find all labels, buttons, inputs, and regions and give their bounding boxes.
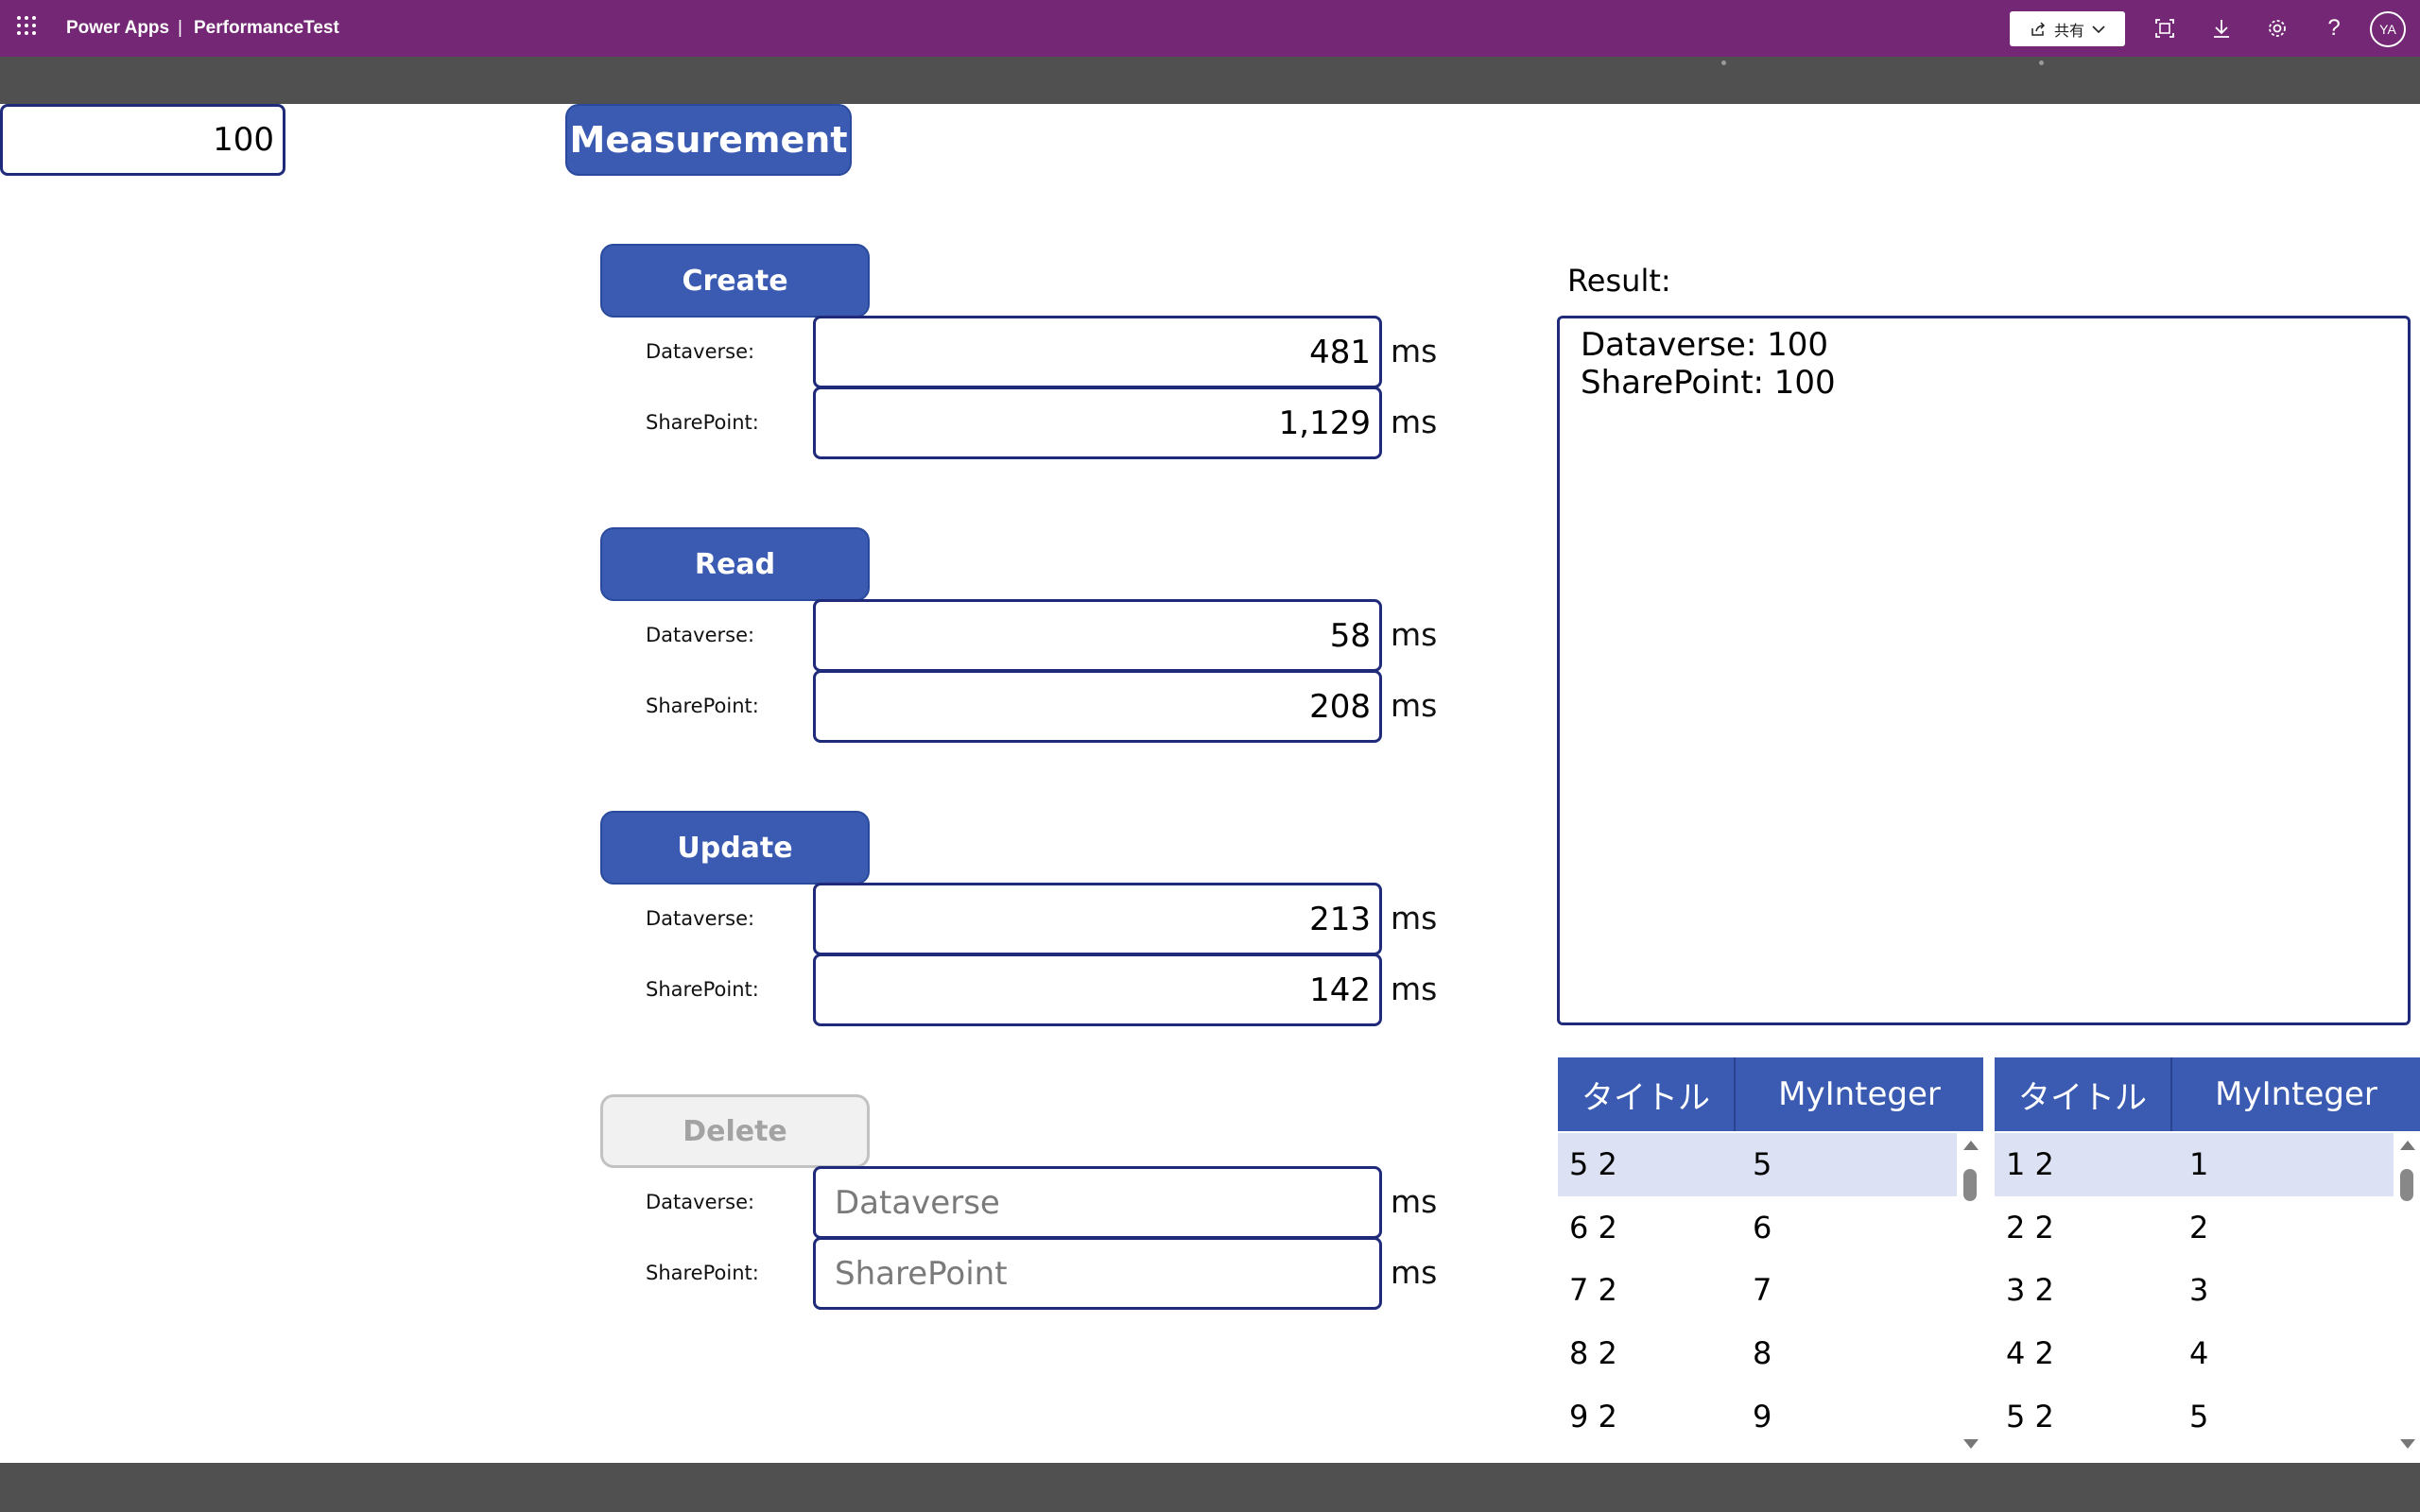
update-button[interactable]: Update: [600, 811, 870, 885]
cell-myinteger: 7: [1753, 1272, 1772, 1309]
cell-myinteger: 8: [1753, 1335, 1772, 1372]
read-sharepoint-label: SharePoint:: [646, 695, 759, 717]
create-dataverse-time[interactable]: 481: [813, 316, 1382, 388]
table-row[interactable]: 6 2 6: [1558, 1196, 1957, 1260]
cell-myinteger: 4: [2189, 1335, 2209, 1372]
update-sharepoint-time[interactable]: 142: [813, 954, 1382, 1026]
table-row[interactable]: 9 2 9: [1558, 1384, 1957, 1448]
unit-label: ms: [1391, 900, 1438, 936]
update-dataverse-time[interactable]: 213: [813, 883, 1382, 955]
create-dataverse-label: Dataverse:: [646, 340, 755, 363]
app-title: PerformanceTest: [194, 18, 339, 38]
table-row[interactable]: 8 2 8: [1558, 1322, 1957, 1385]
table-row[interactable]: 5 2 5: [1995, 1384, 2394, 1448]
share-button[interactable]: 共有: [2010, 11, 2125, 46]
unit-label: ms: [1391, 333, 1438, 369]
unit-label: ms: [1391, 1183, 1438, 1220]
table-row[interactable]: 1 2 1: [1995, 1133, 2394, 1196]
table-row[interactable]: 4 2 4: [1995, 1322, 2394, 1385]
share-icon: [2031, 21, 2046, 36]
strip-dot: [2039, 60, 2044, 65]
unit-label: ms: [1391, 616, 1438, 653]
fit-to-window-icon[interactable]: [2150, 13, 2180, 43]
read-dataverse-time[interactable]: 58: [813, 599, 1382, 672]
cell-title: 5 2: [1569, 1146, 1617, 1183]
result-textbox[interactable]: Dataverse: 100 SharePoint: 100: [1557, 316, 2411, 1025]
chevron-down-icon: [2092, 25, 2105, 33]
strip-dot: [1721, 60, 1726, 65]
canvas-top-strip: [0, 57, 2420, 104]
share-label: 共有: [2053, 23, 2084, 40]
unit-label: ms: [1391, 1254, 1438, 1291]
read-button[interactable]: Read: [600, 527, 870, 601]
table-row[interactable]: 2 2 2: [1995, 1196, 2394, 1260]
update-dataverse-label: Dataverse:: [646, 907, 755, 930]
scroll-up-arrow-icon[interactable]: [2400, 1141, 2415, 1150]
delete-dataverse-label: Dataverse:: [646, 1191, 755, 1213]
cell-title: 3 2: [2006, 1272, 2054, 1309]
canvas-bottom-strip: [0, 1463, 2420, 1512]
create-sharepoint-label: SharePoint:: [646, 411, 759, 434]
sharepoint-data-table[interactable]: タイトル MyInteger 1 2 1 2 2 2 3 2 3 4 2 4 5 2 5: [1995, 1057, 2420, 1454]
unit-label: ms: [1391, 687, 1438, 724]
download-icon[interactable]: [2206, 13, 2237, 43]
vertical-scrollbar[interactable]: [2394, 1133, 2420, 1454]
create-button[interactable]: Create: [600, 244, 870, 318]
settings-gear-icon[interactable]: [2262, 13, 2292, 43]
record-count-input[interactable]: 100: [0, 104, 285, 176]
column-header-title[interactable]: タイトル: [1995, 1057, 2172, 1131]
create-sharepoint-time[interactable]: 1,129: [813, 387, 1382, 459]
delete-sharepoint-time[interactable]: SharePoint: [813, 1237, 1382, 1310]
vertical-scrollbar[interactable]: [1957, 1133, 1983, 1454]
unit-label: ms: [1391, 971, 1438, 1007]
unit-label: ms: [1391, 404, 1438, 440]
cell-title: 5 2: [2006, 1398, 2054, 1435]
scroll-up-arrow-icon[interactable]: [1963, 1141, 1979, 1150]
cell-title: 6 2: [1569, 1209, 1617, 1246]
table-row[interactable]: 7 2 7: [1558, 1259, 1957, 1322]
user-avatar[interactable]: YA: [2370, 11, 2406, 47]
cell-myinteger: 1: [2189, 1146, 2209, 1183]
dataverse-data-table[interactable]: タイトル MyInteger 5 2 5 6 2 6 7 2 7 8 2 8 9 2 9: [1558, 1057, 1983, 1454]
column-header-title[interactable]: タイトル: [1558, 1057, 1736, 1131]
read-dataverse-label: Dataverse:: [646, 624, 755, 646]
scroll-down-arrow-icon[interactable]: [2400, 1439, 2415, 1449]
update-sharepoint-label: SharePoint:: [646, 978, 759, 1001]
cell-myinteger: 3: [2189, 1272, 2209, 1309]
help-icon[interactable]: ?: [2319, 13, 2349, 43]
delete-dataverse-time[interactable]: Dataverse: [813, 1166, 1382, 1239]
result-line-sharepoint: SharePoint: 100: [1581, 364, 1836, 402]
cell-myinteger: 6: [1753, 1209, 1772, 1246]
cell-title: 7 2: [1569, 1272, 1617, 1309]
measurement-button[interactable]: Measurement: [565, 104, 852, 176]
cell-title: 8 2: [1569, 1335, 1617, 1372]
result-line-dataverse: Dataverse: 100: [1581, 326, 1828, 364]
cell-title: 1 2: [2006, 1146, 2054, 1183]
app-launcher-icon[interactable]: [17, 16, 42, 41]
table-row[interactable]: 5 2 5: [1558, 1133, 1957, 1196]
cell-myinteger: 2: [2189, 1209, 2209, 1246]
table-header: タイトル MyInteger: [1558, 1057, 1983, 1131]
column-header-myinteger[interactable]: MyInteger: [1736, 1057, 1983, 1131]
cell-title: 4 2: [2006, 1335, 2054, 1372]
scrollbar-thumb[interactable]: [2400, 1169, 2413, 1201]
cell-title: 9 2: [1569, 1398, 1617, 1435]
delete-sharepoint-label: SharePoint:: [646, 1262, 759, 1284]
result-label: Result:: [1567, 263, 1671, 299]
cell-title: 2 2: [2006, 1209, 2054, 1246]
title-separator: |: [178, 18, 182, 38]
table-row[interactable]: 3 2 3: [1995, 1259, 2394, 1322]
cell-myinteger: 5: [2189, 1398, 2209, 1435]
scroll-down-arrow-icon[interactable]: [1963, 1439, 1979, 1449]
cell-myinteger: 9: [1753, 1398, 1772, 1435]
read-sharepoint-time[interactable]: 208: [813, 670, 1382, 743]
scrollbar-thumb[interactable]: [1963, 1169, 1977, 1201]
cell-myinteger: 5: [1753, 1146, 1772, 1183]
delete-button[interactable]: Delete: [600, 1094, 870, 1168]
table-header: タイトル MyInteger: [1995, 1057, 2420, 1131]
app-name[interactable]: Power Apps: [66, 0, 169, 57]
column-header-myinteger[interactable]: MyInteger: [2172, 1057, 2420, 1131]
